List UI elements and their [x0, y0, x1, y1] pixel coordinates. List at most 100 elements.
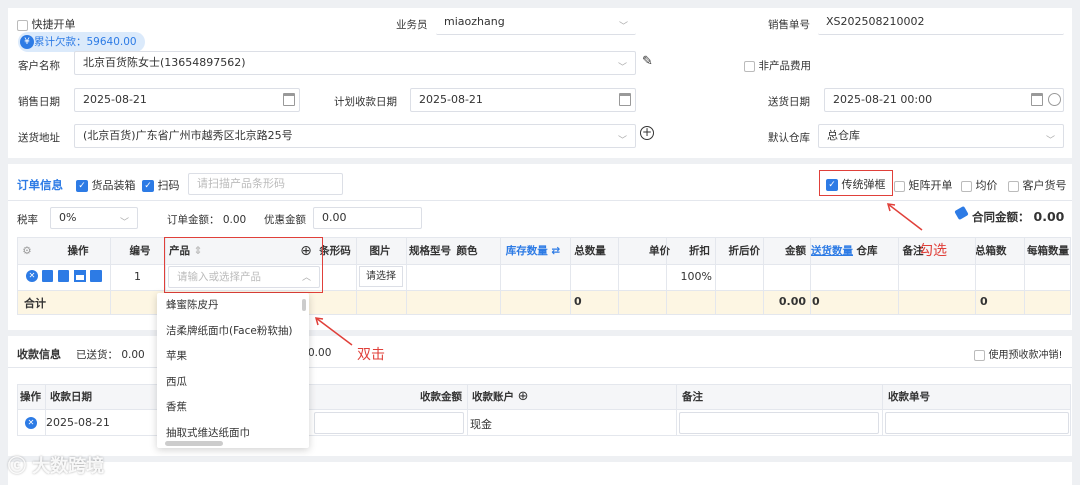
chevron-down-icon: ﹀ — [119, 218, 129, 228]
pay-col-amount: 收款金额 — [420, 391, 462, 403]
quick-order-checkbox[interactable]: 快捷开单 — [17, 16, 76, 32]
customer-sku-checkbox[interactable]: 客户货号 — [1008, 177, 1067, 193]
col-after-price: 折后价 — [728, 245, 761, 257]
col-op: 操作 — [67, 245, 89, 257]
choose-image-button[interactable]: 请选择 — [359, 266, 403, 287]
chevron-down-icon: ﹀ — [618, 22, 628, 32]
total-boxes: 0 — [980, 295, 988, 308]
settings-gear-icon[interactable]: ⚙ — [20, 238, 34, 264]
sale-date-label: 销售日期 — [18, 96, 60, 108]
customer-select[interactable]: 北京百货陈女士(13654897562) ﹀ — [74, 51, 636, 75]
address-select[interactable]: (北京百货)广东省广州市越秀区北京路25号 ﹀ — [74, 124, 636, 148]
warehouse-select[interactable]: 总仓库 ﹀ — [818, 124, 1064, 148]
order-title: 订单信息 — [17, 178, 63, 192]
clock-icon[interactable] — [1048, 93, 1061, 106]
bottom-section — [8, 462, 1072, 485]
total-delivered: 0 — [812, 295, 820, 308]
barcode-input[interactable]: 请扫描产品条形码 — [188, 173, 343, 195]
non-product-fee-checkbox[interactable]: 非产品费用 — [744, 58, 811, 73]
total-label: 合计 — [24, 297, 46, 310]
discount-amount-input[interactable]: 0.00 — [313, 207, 422, 229]
avg-price-checkbox[interactable]: 均价 — [961, 177, 998, 193]
delivery-date-label: 送货日期 — [768, 96, 810, 108]
chevron-down-icon: ﹀ — [617, 136, 627, 146]
order-amount-label: 订单金额： 0.00 — [167, 214, 247, 226]
order-no-label: 销售单号 — [768, 19, 810, 31]
total-qty: 0 — [574, 295, 582, 308]
dropdown-item[interactable]: 蜂蜜陈皮丹 — [157, 293, 309, 319]
pay-col-date: 收款日期 — [50, 391, 92, 403]
matrix-checkbox[interactable]: 矩阵开单 — [894, 177, 953, 193]
sale-date-input[interactable]: 2025-08-21 — [74, 88, 300, 112]
pay-col-account: 收款账户 ⊕ — [472, 389, 529, 404]
edit-pencil-icon[interactable]: ✎ — [642, 54, 653, 69]
delete-payment-icon[interactable]: ✕ — [25, 417, 37, 429]
col-discount: 折扣 — [689, 245, 710, 257]
goods-pack-checkbox[interactable]: ✓ 货品装箱 — [76, 177, 136, 193]
calendar-icon[interactable] — [619, 93, 631, 106]
tax-label: 税率 — [17, 214, 38, 226]
scan-checkbox[interactable]: ✓ 扫码 — [142, 177, 180, 193]
quick-order-label: 快捷开单 — [31, 18, 76, 31]
yen-icon: ¥ — [20, 35, 34, 49]
payment-remark-input[interactable] — [679, 412, 879, 434]
pay-col-receipt: 收款单号 — [888, 391, 930, 403]
calendar-icon[interactable] — [283, 93, 295, 106]
eraser-icon — [954, 205, 969, 221]
col-total-qty: 总数量 — [574, 245, 606, 257]
tree-icon[interactable] — [74, 270, 86, 282]
add-address-icon[interactable]: + — [640, 126, 654, 140]
plan-collect-label: 计划收款日期 — [334, 96, 397, 108]
contract-amount: 合同金额： 0.00 — [972, 209, 1065, 224]
dropdown-list: 蜂蜜陈皮丹 洁柔牌纸面巾(Face粉软抽) 苹果 西瓜 香蕉 抽取式维达纸面巾 — [157, 293, 309, 446]
payment-date[interactable]: 2025-08-21 — [46, 416, 110, 429]
col-stock[interactable]: 库存数量 ⇄ — [502, 238, 564, 264]
dropdown-item[interactable]: 洁柔牌纸面巾(Face粉软抽) — [157, 319, 309, 345]
discount-amount-label: 优惠金额 — [264, 214, 306, 226]
copy-row-icon[interactable] — [42, 270, 53, 282]
delivery-date-input[interactable]: 2025-08-21 00:00 — [824, 88, 1064, 112]
tax-select[interactable]: 0% ﹀ — [50, 207, 138, 229]
chevron-down-icon: ﹀ — [617, 63, 627, 73]
payment-amount-input[interactable] — [314, 412, 464, 434]
dropdown-hscrollbar[interactable] — [165, 441, 223, 446]
row-no: 1 — [134, 270, 141, 283]
dropdown-item[interactable]: 香蕉 — [157, 395, 309, 421]
salesman-select[interactable]: miaozhang ﹀ — [436, 11, 636, 35]
insert-row-icon[interactable] — [58, 270, 69, 282]
double-click-hint: 双击 — [357, 347, 385, 363]
prepay-checkbox[interactable]: 使用预收款冲销! — [974, 346, 1063, 361]
warehouse-icon[interactable] — [90, 270, 102, 282]
col-delivered: 送货数量 — [811, 245, 853, 257]
row-discount: 100% — [680, 270, 712, 283]
plan-collect-input[interactable]: 2025-08-21 — [410, 88, 636, 112]
dropdown-item[interactable]: 苹果 — [157, 344, 309, 370]
col-image: 图片 — [369, 245, 391, 257]
customer-label: 客户名称 — [18, 60, 60, 72]
col-spec: 规格型号 — [409, 245, 451, 257]
delivered-label: 已送货： 0.00 — [76, 349, 145, 361]
pay-col-op: 操作 — [20, 391, 41, 403]
col-per-box: 每箱数量 — [1027, 245, 1069, 257]
product-highlight — [164, 237, 323, 293]
calendar-icon[interactable] — [1031, 93, 1043, 106]
col-total-boxes: 总箱数 — [975, 245, 1007, 257]
col-no: 编号 — [129, 245, 151, 257]
dropdown-item[interactable]: 西瓜 — [157, 370, 309, 396]
address-label: 送货地址 — [18, 132, 60, 144]
col-amount: 金额 — [785, 245, 806, 257]
delete-row-icon[interactable]: ✕ — [26, 270, 38, 282]
product-dropdown: 蜂蜜陈皮丹 洁柔牌纸面巾(Face粉软抽) 苹果 西瓜 香蕉 抽取式维达纸面巾 — [157, 293, 309, 448]
warehouse-label: 默认仓库 — [768, 132, 810, 144]
add-account-icon[interactable]: ⊕ — [518, 389, 529, 404]
order-no-field[interactable]: XS202508210002 — [818, 11, 1064, 35]
header-form: 快捷开单 ¥ 累计欠款：59640.00 业务员 miaozhang ﹀ 销售单号 … — [8, 8, 1072, 158]
watermark: ⓒ 大数跨境 — [8, 456, 105, 477]
col-warehouse: 仓库 — [856, 245, 878, 257]
dropdown-scrollbar[interactable] — [302, 299, 306, 311]
partial-value: 0.00 — [308, 347, 332, 359]
traditional-popup-checkbox[interactable]: ✓ 传统弹框 — [819, 170, 893, 196]
receipt-no-input[interactable] — [885, 412, 1069, 434]
payment-account[interactable]: 现金 — [470, 416, 492, 432]
chevron-down-icon: ﹀ — [1045, 136, 1055, 146]
